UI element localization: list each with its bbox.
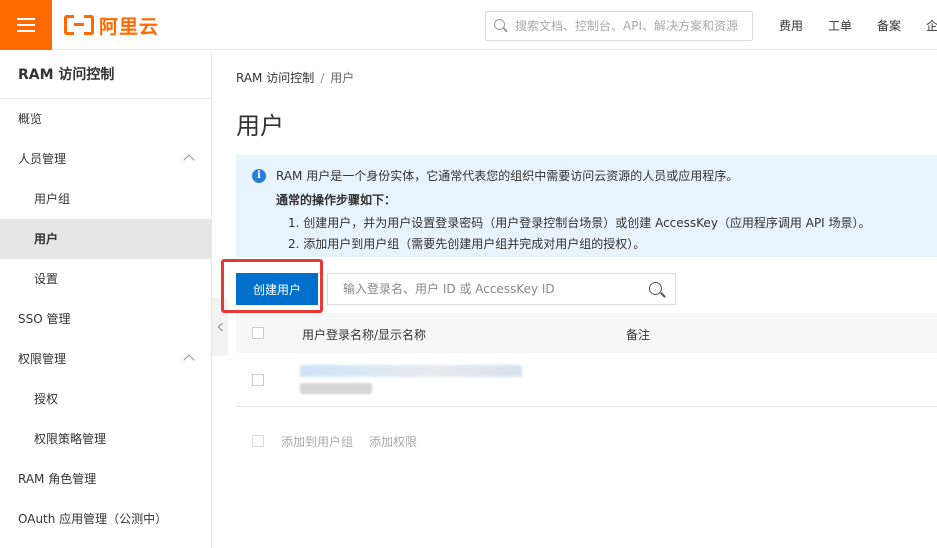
info-notice: i RAM 用户是一个身份实体，它通常代表您的组织中需要访问云资源的人员或应用程… <box>236 155 937 257</box>
global-search-input[interactable] <box>515 19 745 33</box>
sidebar-item-grants[interactable]: 授权 <box>0 379 211 419</box>
sidebar-item-label: RAM 角色管理 <box>18 472 97 486</box>
logo-text: 阿里云 <box>99 15 160 38</box>
table-header: 用户登录名称/显示名称 备注 <box>236 313 937 353</box>
row-checkbox[interactable] <box>252 374 264 386</box>
sidebar-item-settings[interactable]: 设置 <box>0 259 211 299</box>
users-table: 用户登录名称/显示名称 备注 <box>236 313 937 407</box>
nav-billing[interactable]: 费用 <box>779 17 803 34</box>
main-content: RAM 访问控制 / 用户 用户 i RAM 用户是一个身份实体，它通常代表您的组织… <box>212 51 937 548</box>
sidebar-title: RAM 访问控制 <box>0 51 211 99</box>
hamburger-icon <box>17 18 35 32</box>
aliyun-logo-icon <box>64 15 94 35</box>
sidebar-item-sso[interactable]: SSO 管理 <box>0 299 211 339</box>
nav-icp[interactable]: 备案 <box>877 17 901 34</box>
sidebar-item-label: SSO 管理 <box>18 312 71 326</box>
add-to-group-button[interactable]: 添加到用户组 <box>281 433 353 450</box>
sidebar-item-roles[interactable]: RAM 角色管理 <box>0 459 211 499</box>
column-header-login-name: 用户登录名称/显示名称 <box>302 328 427 342</box>
notice-line-1: RAM 用户是一个身份实体，它通常代表您的组织中需要访问云资源的人员或应用程序。 <box>276 169 739 183</box>
sidebar-item-label: 授权 <box>34 392 59 406</box>
sidebar-item-label: OAuth 应用管理（公测中） <box>18 512 168 526</box>
sidebar-item-label: 权限管理 <box>18 352 67 366</box>
sidebar-item-label: 设置 <box>34 272 59 286</box>
sidebar-item-label: 概览 <box>18 112 43 126</box>
batch-actions: 添加到用户组 添加权限 <box>236 431 433 451</box>
sidebar: RAM 访问控制 概览 人员管理 用户组 用户 设置 SSO 管理 权限管理 授… <box>0 51 212 548</box>
notice-line-4: 2. 添加用户到用户组（需要先创建用户组并完成对用户组的授权）。 <box>288 237 646 251</box>
sidebar-item-groups[interactable]: 用户组 <box>0 179 211 219</box>
search-icon[interactable] <box>649 282 665 298</box>
aliyun-logo[interactable]: 阿里云 <box>64 13 160 38</box>
batch-select-checkbox[interactable] <box>252 435 264 447</box>
search-icon <box>494 19 508 33</box>
sidebar-item-overview[interactable]: 概览 <box>0 99 211 139</box>
breadcrumb: RAM 访问控制 / 用户 <box>236 69 354 86</box>
sidebar-item-label: 用户 <box>34 232 59 246</box>
user-search-input[interactable] <box>343 282 643 296</box>
sidebar-item-policies[interactable]: 权限策略管理 <box>0 419 211 459</box>
redacted-login-name[interactable] <box>300 365 522 377</box>
redacted-display-name <box>300 383 372 394</box>
menu-button[interactable] <box>0 0 52 50</box>
table-row[interactable] <box>236 353 937 407</box>
info-icon: i <box>252 169 266 183</box>
page-title: 用户 <box>236 112 284 140</box>
notice-line-3: 1. 创建用户，并为用户设置登录密码（用户登录控制台场景）或创建 AccessK… <box>288 216 871 230</box>
sidebar-item-label: 人员管理 <box>18 152 67 166</box>
sidebar-item-users[interactable]: 用户 <box>0 219 211 259</box>
top-nav: 费用 工单 备案 企 <box>779 0 937 50</box>
user-search[interactable] <box>327 273 676 305</box>
create-user-button[interactable]: 创建用户 <box>236 273 318 305</box>
notice-line-2: 通常的操作步骤如下： <box>276 193 397 207</box>
sidebar-item-people[interactable]: 人员管理 <box>0 139 211 179</box>
sidebar-item-permissions[interactable]: 权限管理 <box>0 339 211 379</box>
global-search[interactable] <box>485 11 753 41</box>
select-all-checkbox[interactable] <box>252 327 264 339</box>
column-header-remark: 备注 <box>626 328 651 342</box>
sidebar-item-label: 用户组 <box>34 192 71 206</box>
nav-tickets[interactable]: 工单 <box>828 17 852 34</box>
sidebar-item-oauth[interactable]: OAuth 应用管理（公测中） <box>0 499 211 539</box>
chevron-up-icon <box>183 154 195 166</box>
sidebar-item-label: 权限策略管理 <box>34 432 107 446</box>
nav-enterprise[interactable]: 企 <box>926 17 937 34</box>
breadcrumb-current: 用户 <box>330 71 355 85</box>
breadcrumb-separator: / <box>320 71 325 85</box>
breadcrumb-root[interactable]: RAM 访问控制 <box>236 71 314 85</box>
chevron-up-icon <box>183 354 195 366</box>
top-bar: 阿里云 费用 工单 备案 企 <box>0 0 937 50</box>
add-permission-button[interactable]: 添加权限 <box>369 433 417 450</box>
